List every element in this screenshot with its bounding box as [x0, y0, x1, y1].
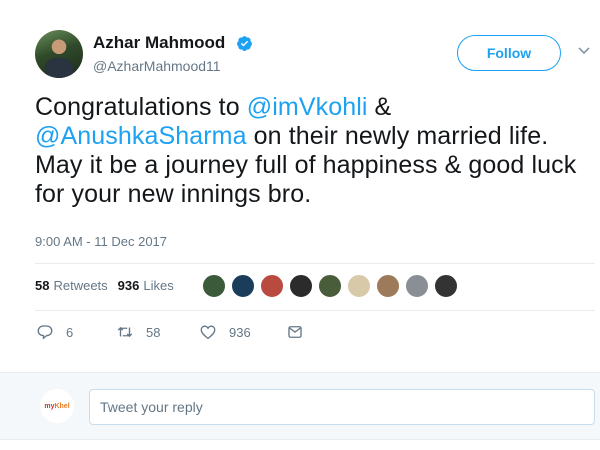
retweets-count: 58	[35, 278, 50, 293]
tweet-timestamp[interactable]: 9:00 AM - 11 Dec 2017	[35, 234, 167, 249]
verified-badge-icon	[237, 36, 252, 51]
liker-avatar[interactable]	[260, 274, 284, 298]
retweets-label: Retweets	[53, 278, 108, 293]
divider	[35, 263, 595, 264]
liker-avatar[interactable]	[434, 274, 458, 298]
tweet-text: Congratulations to @imVkohli & @AnushkaS…	[35, 93, 595, 209]
chevron-down-icon[interactable]	[578, 47, 590, 55]
reply-input[interactable]: Tweet your reply	[89, 389, 595, 425]
tweet-text-part: Congratulations to	[35, 93, 247, 121]
reply-icon	[37, 325, 53, 340]
mykhel-logo: my Khel	[40, 389, 74, 423]
reply-action[interactable]: 6	[36, 323, 116, 341]
envelope-icon	[288, 326, 302, 338]
author-name[interactable]: Azhar Mahmood	[93, 33, 225, 53]
likes-label: Likes	[143, 278, 174, 293]
retweet-action[interactable]: 58	[116, 323, 199, 341]
mention-link[interactable]: @AnushkaSharma	[35, 122, 247, 150]
like-count: 936	[229, 324, 251, 340]
like-action[interactable]: 936	[199, 323, 286, 341]
liker-avatars	[202, 274, 463, 298]
follow-button[interactable]: Follow	[457, 35, 561, 71]
retweet-count: 58	[146, 324, 161, 340]
liker-avatar[interactable]	[202, 274, 226, 298]
liker-avatar[interactable]	[347, 274, 371, 298]
heart-icon	[200, 325, 216, 340]
likes-count: 936	[117, 278, 140, 293]
retweet-icon	[117, 326, 133, 338]
liker-avatar[interactable]	[289, 274, 313, 298]
liker-avatar[interactable]	[318, 274, 342, 298]
likes-stat[interactable]: 936 Likes	[118, 278, 174, 293]
liker-avatar[interactable]	[376, 274, 400, 298]
tweet-stats: 58 Retweets 936 Likes	[35, 278, 174, 293]
author-handle[interactable]: @AzharMahmood11	[93, 58, 221, 74]
message-action[interactable]	[286, 323, 316, 341]
tweet-text-part: &	[367, 93, 392, 121]
mention-link[interactable]: @imVkohli	[247, 93, 368, 121]
divider	[35, 310, 595, 311]
avatar[interactable]	[35, 30, 83, 78]
action-bar: 6 58 936	[36, 323, 316, 341]
reply-count: 6	[66, 324, 74, 340]
liker-avatar[interactable]	[231, 274, 255, 298]
liker-avatar[interactable]	[405, 274, 429, 298]
retweets-stat[interactable]: 58 Retweets	[35, 278, 108, 293]
